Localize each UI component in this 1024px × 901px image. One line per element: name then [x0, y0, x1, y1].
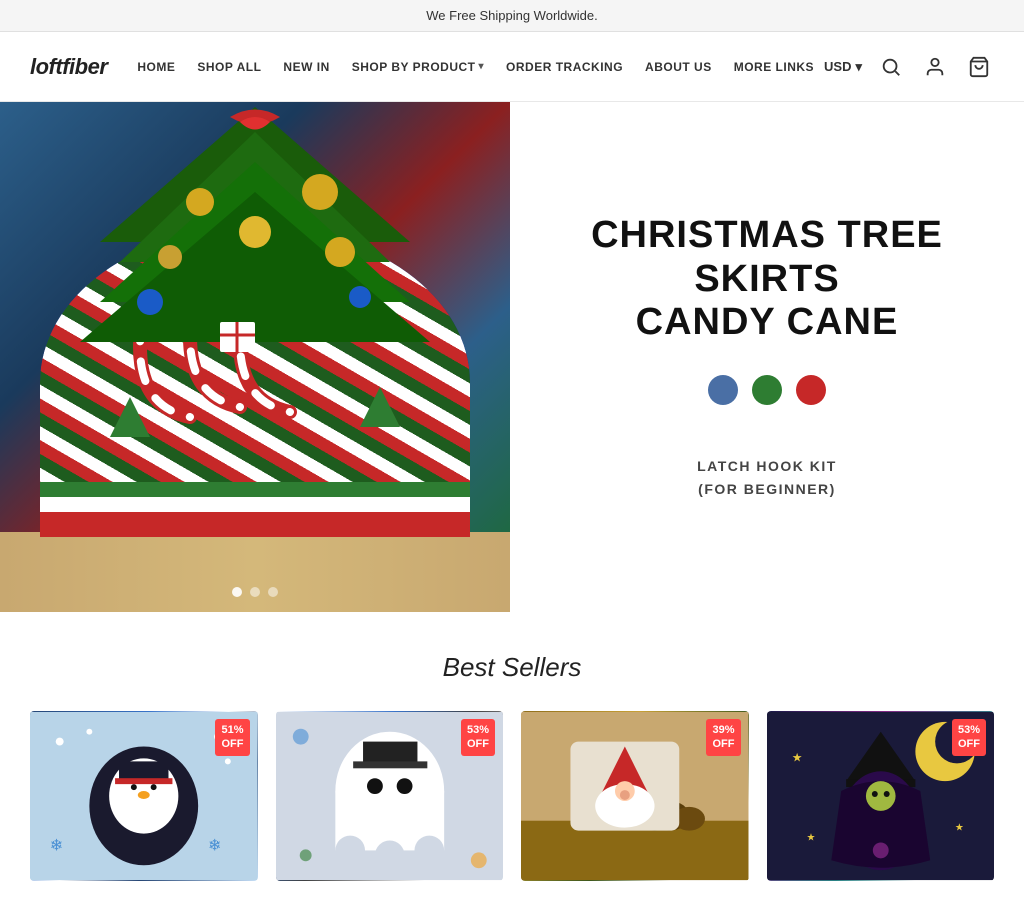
- svg-text:❄: ❄: [50, 837, 63, 854]
- svg-text:★: ★: [954, 823, 963, 834]
- floor-decoration: [0, 532, 510, 612]
- cart-button[interactable]: [964, 52, 994, 82]
- cart-icon: [968, 56, 990, 78]
- svg-text:★: ★: [791, 750, 802, 764]
- hero-content: CHRISTMAS TREE SKIRTS CANDY CANE LATCH H…: [510, 102, 1024, 612]
- search-icon: [880, 56, 902, 78]
- nav-shop-all[interactable]: SHOP ALL: [197, 60, 261, 74]
- hero-image-container: [0, 102, 510, 612]
- hero-image: [0, 102, 510, 612]
- currency-dropdown-icon: ▾: [855, 59, 862, 75]
- account-icon: [924, 56, 946, 78]
- nav-about-us[interactable]: ABOUT US: [645, 60, 712, 74]
- carousel-dot-2[interactable]: [250, 587, 260, 597]
- account-button[interactable]: [920, 52, 950, 82]
- navigation: HOME SHOP ALL NEW IN SHOP BY PRODUCT ▾ O…: [137, 60, 824, 74]
- product-card-2[interactable]: 53% OFF: [276, 711, 504, 881]
- shop-by-product-dropdown-icon: ▾: [479, 61, 485, 72]
- search-button[interactable]: [876, 52, 906, 82]
- hero-subtitle: LATCH HOOK KIT (FOR BEGINNER): [697, 455, 837, 500]
- banner-text: We Free Shipping Worldwide.: [426, 8, 598, 23]
- nav-shop-by-product[interactable]: SHOP BY PRODUCT ▾: [352, 60, 484, 74]
- nav-more-links[interactable]: More Links: [734, 60, 814, 74]
- carousel-dots: [232, 587, 278, 597]
- svg-text:★: ★: [806, 833, 815, 844]
- hero-title: CHRISTMAS TREE SKIRTS CANDY CANE: [540, 214, 994, 345]
- product-badge-2: 53% OFF: [461, 719, 495, 756]
- swatch-red[interactable]: [796, 375, 826, 405]
- nav-new-in[interactable]: NEW IN: [283, 60, 329, 74]
- nav-order-tracking[interactable]: ORDER TRACKING: [506, 60, 623, 74]
- svg-text:❄: ❄: [208, 837, 221, 854]
- product-badge-1: 51% OFF: [215, 719, 249, 756]
- nav-home[interactable]: HOME: [137, 60, 175, 74]
- swatch-blue[interactable]: [708, 375, 738, 405]
- top-banner: We Free Shipping Worldwide.: [0, 0, 1024, 32]
- header: loftfiber HOME SHOP ALL NEW IN SHOP BY P…: [0, 32, 1024, 102]
- product-card-4[interactable]: ★ ★ ★ 53% OFF: [767, 711, 995, 881]
- color-swatches: [708, 375, 826, 405]
- header-actions: USD ▾: [824, 52, 994, 82]
- carousel-dot-1[interactable]: [232, 587, 242, 597]
- swatch-green[interactable]: [752, 375, 782, 405]
- carousel-dot-3[interactable]: [268, 587, 278, 597]
- product-card-3[interactable]: 39% OFF: [521, 711, 749, 881]
- product-badge-4: 53% OFF: [952, 719, 986, 756]
- currency-selector[interactable]: USD ▾: [824, 59, 862, 75]
- best-sellers-title: Best Sellers: [30, 652, 994, 683]
- logo[interactable]: loftfiber: [30, 54, 107, 80]
- best-sellers-section: Best Sellers: [0, 612, 1024, 901]
- product-card-1[interactable]: ❄ ❄ 51% OFF: [30, 711, 258, 881]
- product-badge-3: 39% OFF: [706, 719, 740, 756]
- products-grid: ❄ ❄ 51% OFF: [30, 711, 994, 881]
- hero-section: CHRISTMAS TREE SKIRTS CANDY CANE LATCH H…: [0, 102, 1024, 612]
